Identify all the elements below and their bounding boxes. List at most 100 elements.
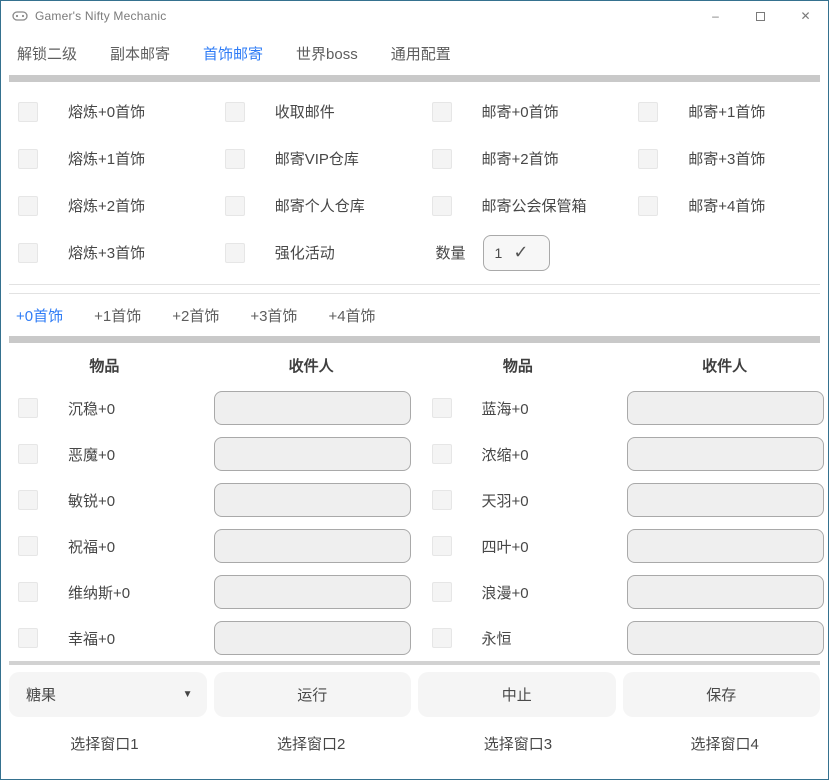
tab-world-boss[interactable]: 世界boss bbox=[296, 43, 358, 64]
checkbox-label: 强化活动 bbox=[275, 242, 335, 263]
select-window-1[interactable]: 选择窗口1 bbox=[1, 733, 208, 754]
window-title: Gamer's Nifty Mechanic bbox=[35, 9, 166, 23]
stop-button[interactable]: 中止 bbox=[418, 672, 616, 717]
recipient-input[interactable] bbox=[627, 391, 824, 425]
checkbox-label: 邮寄+0首饰 bbox=[482, 101, 559, 122]
minimize-icon[interactable]: – bbox=[693, 1, 738, 31]
item-label: 浓缩+0 bbox=[482, 444, 529, 465]
recipient-input[interactable] bbox=[627, 437, 824, 471]
checkbox-mail-personal-storage[interactable] bbox=[225, 196, 245, 216]
checkbox-item[interactable] bbox=[432, 628, 452, 648]
checkbox-label: 邮寄+1首饰 bbox=[688, 101, 765, 122]
close-icon[interactable]: ✕ bbox=[783, 1, 828, 31]
subtab-plus0[interactable]: +0首饰 bbox=[16, 305, 63, 326]
item-type-dropdown[interactable]: 糖果 ▼ bbox=[9, 672, 207, 717]
quantity-selector[interactable]: 1 ✓ bbox=[483, 235, 550, 271]
subtab-plus4[interactable]: +4首饰 bbox=[328, 305, 375, 326]
checkbox-item[interactable] bbox=[432, 490, 452, 510]
recipient-input[interactable] bbox=[627, 621, 824, 655]
recipient-input[interactable] bbox=[627, 575, 824, 609]
separator-bar bbox=[9, 336, 820, 343]
separator-bar bbox=[9, 75, 820, 82]
checkbox-item[interactable] bbox=[18, 444, 38, 464]
checkbox-item[interactable] bbox=[432, 444, 452, 464]
checkbox-collect-mail[interactable] bbox=[225, 102, 245, 122]
chevron-down-icon: ▼ bbox=[183, 689, 193, 700]
checkbox-item[interactable] bbox=[432, 536, 452, 556]
tab-dungeon-mail[interactable]: 副本邮寄 bbox=[110, 43, 170, 64]
subtab-plus1[interactable]: +1首饰 bbox=[94, 305, 141, 326]
checkbox-mail-3[interactable] bbox=[638, 149, 658, 169]
checkbox-label: 熔炼+3首饰 bbox=[68, 242, 145, 263]
column-header-item: 物品 bbox=[415, 355, 622, 376]
options-row: 熔炼+1首饰 邮寄VIP仓库 邮寄+2首饰 邮寄+3首饰 bbox=[1, 135, 828, 182]
quantity-value: 1 bbox=[495, 245, 503, 261]
select-window-3[interactable]: 选择窗口3 bbox=[415, 733, 622, 754]
checkbox-label: 邮寄VIP仓库 bbox=[275, 148, 359, 169]
checkbox-item[interactable] bbox=[18, 398, 38, 418]
recipient-input[interactable] bbox=[214, 437, 411, 471]
main-tab-bar: 解锁二级 副本邮寄 首饰邮寄 世界boss 通用配置 bbox=[1, 31, 828, 75]
checkbox-item[interactable] bbox=[432, 398, 452, 418]
recipient-input[interactable] bbox=[627, 529, 824, 563]
checkbox-label: 收取邮件 bbox=[275, 101, 335, 122]
item-label: 敏锐+0 bbox=[68, 490, 115, 511]
checkbox-item[interactable] bbox=[432, 582, 452, 602]
select-window-2[interactable]: 选择窗口2 bbox=[208, 733, 415, 754]
jewelry-level-tab-bar: +0首饰 +1首饰 +2首饰 +3首饰 +4首饰 bbox=[1, 294, 828, 336]
checkbox-mail-guild-box[interactable] bbox=[432, 196, 452, 216]
checkbox-smelt-2[interactable] bbox=[18, 196, 38, 216]
mail-row: 祝福+0 四叶+0 bbox=[1, 523, 828, 569]
item-label: 恶魔+0 bbox=[68, 444, 115, 465]
checkbox-enhance-event[interactable] bbox=[225, 243, 245, 263]
options-row: 熔炼+2首饰 邮寄个人仓库 邮寄公会保管箱 邮寄+4首饰 bbox=[1, 182, 828, 229]
title-bar: Gamer's Nifty Mechanic – ✕ bbox=[1, 1, 828, 31]
checkbox-mail-4[interactable] bbox=[638, 196, 658, 216]
column-header-recipient: 收件人 bbox=[621, 355, 828, 376]
recipient-input[interactable] bbox=[214, 529, 411, 563]
options-row: 熔炼+0首饰 收取邮件 邮寄+0首饰 邮寄+1首饰 bbox=[1, 88, 828, 135]
checkbox-item[interactable] bbox=[18, 490, 38, 510]
app-gamepad-icon bbox=[12, 8, 28, 24]
checkbox-label: 邮寄+4首饰 bbox=[688, 195, 765, 216]
footer-actions: 糖果 ▼ 运行 中止 保存 bbox=[9, 672, 820, 717]
select-window-4[interactable]: 选择窗口4 bbox=[621, 733, 828, 754]
checkbox-mail-vip-storage[interactable] bbox=[225, 149, 245, 169]
recipient-input[interactable] bbox=[214, 575, 411, 609]
checkbox-item[interactable] bbox=[18, 628, 38, 648]
quantity-label: 数量 bbox=[436, 242, 466, 263]
maximize-icon[interactable] bbox=[738, 1, 783, 31]
recipient-input[interactable] bbox=[214, 621, 411, 655]
tab-general-config[interactable]: 通用配置 bbox=[391, 43, 451, 64]
item-label: 天羽+0 bbox=[482, 490, 529, 511]
checkbox-mail-1[interactable] bbox=[638, 102, 658, 122]
checkbox-item[interactable] bbox=[18, 536, 38, 556]
tab-jewelry-mail[interactable]: 首饰邮寄 bbox=[203, 43, 263, 64]
recipient-input[interactable] bbox=[214, 391, 411, 425]
checkbox-mail-2[interactable] bbox=[432, 149, 452, 169]
subtab-plus2[interactable]: +2首饰 bbox=[172, 305, 219, 326]
mail-row: 恶魔+0 浓缩+0 bbox=[1, 431, 828, 477]
save-button[interactable]: 保存 bbox=[623, 672, 821, 717]
recipient-input[interactable] bbox=[214, 483, 411, 517]
run-button[interactable]: 运行 bbox=[214, 672, 412, 717]
checkbox-label: 邮寄个人仓库 bbox=[275, 195, 365, 216]
item-label: 沉稳+0 bbox=[68, 398, 115, 419]
app-window: Gamer's Nifty Mechanic – ✕ 解锁二级 副本邮寄 首饰邮… bbox=[0, 0, 829, 780]
checkbox-smelt-1[interactable] bbox=[18, 149, 38, 169]
checkbox-smelt-0[interactable] bbox=[18, 102, 38, 122]
window-controls: – ✕ bbox=[693, 1, 828, 31]
checkbox-label: 邮寄公会保管箱 bbox=[482, 195, 587, 216]
tab-unlock-secondary[interactable]: 解锁二级 bbox=[17, 43, 77, 64]
checkbox-mail-0[interactable] bbox=[432, 102, 452, 122]
checkbox-item[interactable] bbox=[18, 582, 38, 602]
column-header-item: 物品 bbox=[1, 355, 208, 376]
recipient-input[interactable] bbox=[627, 483, 824, 517]
checkbox-smelt-3[interactable] bbox=[18, 243, 38, 263]
column-header-recipient: 收件人 bbox=[208, 355, 415, 376]
checkbox-label: 熔炼+1首饰 bbox=[68, 148, 145, 169]
subtab-plus3[interactable]: +3首饰 bbox=[250, 305, 297, 326]
item-label: 维纳斯+0 bbox=[68, 582, 130, 603]
mail-row: 敏锐+0 天羽+0 bbox=[1, 477, 828, 523]
options-section: 熔炼+0首饰 收取邮件 邮寄+0首饰 邮寄+1首饰 熔炼+1首饰 邮寄VIP仓库… bbox=[1, 82, 828, 280]
